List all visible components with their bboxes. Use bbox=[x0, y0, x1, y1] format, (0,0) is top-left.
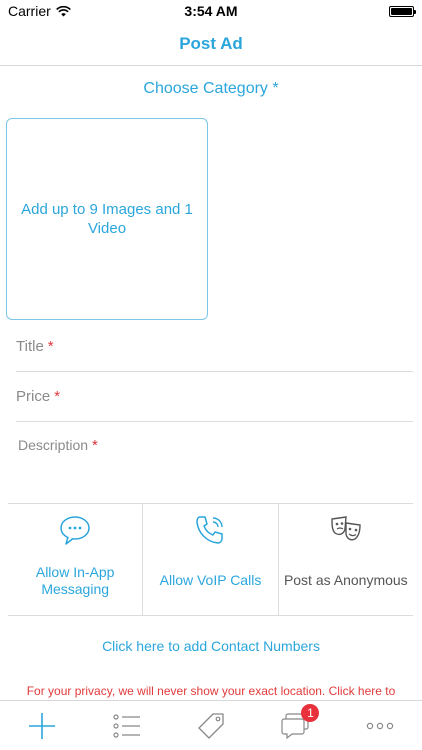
add-media-button[interactable]: Add up to 9 Images and 1 Video bbox=[6, 118, 208, 320]
price-field[interactable]: Price * bbox=[16, 388, 413, 422]
tab-messages[interactable]: 1 bbox=[253, 701, 337, 750]
title-field[interactable]: Title * bbox=[16, 338, 413, 372]
description-field[interactable]: Description * bbox=[16, 437, 413, 503]
tab-listings[interactable] bbox=[84, 701, 168, 750]
tab-post[interactable] bbox=[0, 701, 84, 750]
allow-voip-label: Allow VoIP Calls bbox=[159, 572, 262, 588]
battery-icon bbox=[389, 5, 416, 17]
page-title: Post Ad bbox=[179, 33, 243, 53]
status-bar: Carrier 3:54 AM bbox=[0, 0, 422, 22]
allow-voip-option[interactable]: Allow VoIP Calls bbox=[142, 504, 277, 615]
chat-bubble-icon bbox=[58, 510, 92, 550]
tag-icon bbox=[198, 712, 224, 739]
tab-offers[interactable] bbox=[169, 701, 253, 750]
messages-badge: 1 bbox=[301, 704, 320, 722]
phone-icon bbox=[193, 510, 227, 550]
tab-more[interactable] bbox=[338, 701, 422, 750]
add-contact-numbers-link[interactable]: Click here to add Contact Numbers bbox=[0, 638, 422, 654]
status-time: 3:54 AM bbox=[184, 3, 238, 19]
required-mark: * bbox=[54, 388, 61, 405]
navigation-bar: Post Ad bbox=[0, 22, 422, 66]
add-media-label: Add up to 9 Images and 1 Video bbox=[21, 201, 193, 237]
price-label: Price bbox=[16, 388, 51, 405]
description-label: Description bbox=[18, 437, 89, 453]
choose-category-button[interactable]: Choose Category * bbox=[0, 80, 422, 98]
tab-bar: 1 bbox=[0, 700, 422, 750]
post-anonymous-label: Post as Anonymous bbox=[283, 572, 408, 588]
list-icon bbox=[113, 713, 140, 738]
contact-options: Allow In-App Messaging Allow VoIP Calls bbox=[8, 503, 413, 616]
plus-icon bbox=[29, 712, 56, 739]
masks-icon bbox=[329, 510, 363, 550]
more-icon bbox=[366, 722, 394, 729]
title-label: Title bbox=[16, 338, 44, 355]
required-mark: * bbox=[47, 338, 54, 355]
allow-messaging-option[interactable]: Allow In-App Messaging bbox=[8, 504, 142, 615]
required-mark: * bbox=[92, 437, 98, 454]
post-anonymous-option[interactable]: Post as Anonymous bbox=[277, 504, 413, 615]
allow-messaging-label: Allow In-App Messaging bbox=[35, 564, 115, 597]
privacy-notice[interactable]: For your privacy, we will never show you… bbox=[0, 684, 422, 698]
